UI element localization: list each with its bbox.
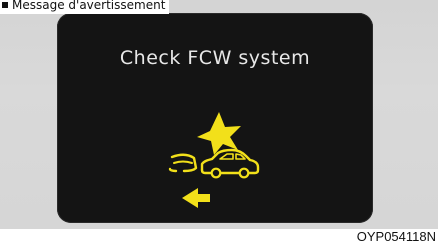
figure-code: OYP054118N	[356, 229, 436, 244]
left-arrow-icon	[182, 188, 210, 208]
warning-message: Check FCW system	[119, 47, 311, 69]
cluster-display-screen: Check FCW system	[57, 13, 373, 223]
figure-caption: Message d'avertissement	[0, 0, 170, 14]
forward-collision-warning-icon	[168, 112, 260, 208]
collision-star-icon	[197, 112, 241, 155]
caption-bullet	[2, 2, 8, 8]
caption-text: Message d'avertissement	[12, 0, 166, 12]
page: Message d'avertissement Check FCW system…	[0, 0, 438, 245]
